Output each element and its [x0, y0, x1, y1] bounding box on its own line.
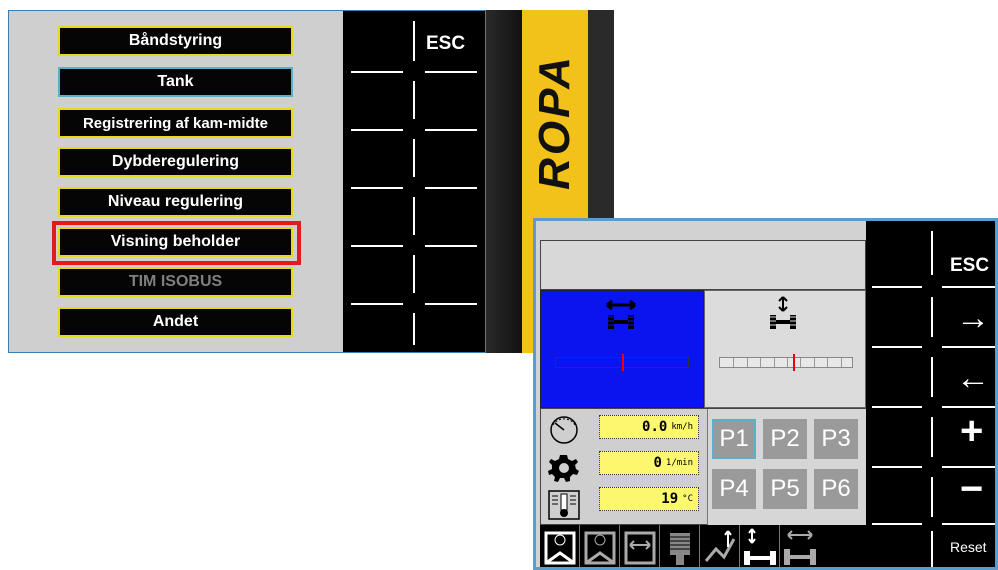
- reset-softkey[interactable]: Reset: [950, 539, 987, 555]
- height-bar-tick: [746, 358, 748, 367]
- softkey-column: [343, 11, 485, 352]
- right-arrow-icon[interactable]: →: [956, 301, 990, 335]
- height-bar-tick: [733, 358, 735, 367]
- speed-readout: 0.0 km/h: [599, 415, 699, 439]
- preset-p4[interactable]: P4: [712, 469, 756, 509]
- side-shift-row-icon[interactable]: [780, 525, 820, 567]
- menu-item-tim-isobus: TIM ISOBUS: [58, 267, 293, 297]
- gauges-and-presets: 0.0 km/h 0 1/min 19 °C P1 P2 P3 P4 P5 P6: [540, 408, 868, 526]
- speedometer-icon: [550, 416, 578, 444]
- menu-item-registrering[interactable]: Registrering af kam-midte: [58, 108, 293, 138]
- rpm-unit: 1/min: [665, 458, 693, 468]
- height-marker: [792, 354, 795, 371]
- function-icon-bar: [540, 525, 866, 567]
- thermometer-icon: [548, 490, 580, 520]
- height-bar-tick: [827, 358, 829, 367]
- preset-p6[interactable]: P6: [814, 469, 858, 509]
- height-bar-tick: [800, 358, 802, 367]
- cleaner-mode-2-icon[interactable]: [580, 525, 620, 567]
- speed-value: 0.0: [642, 419, 668, 435]
- height-bar-tick: [840, 358, 842, 367]
- terminal-menu-screen: Båndstyring Tank Registrering af kam-mid…: [8, 10, 486, 353]
- preset-p3[interactable]: P3: [814, 419, 858, 459]
- height-bar-tick: [773, 358, 775, 367]
- side-shift-function-icon[interactable]: [620, 525, 660, 567]
- esc-softkey[interactable]: ESC: [950, 255, 989, 277]
- height-bar-tick: [787, 358, 788, 367]
- preset-p1[interactable]: P1: [712, 419, 756, 459]
- softkey-column: ESC → ← + − Reset: [866, 221, 995, 567]
- plus-icon[interactable]: +: [960, 411, 983, 451]
- cleaner-mode-1-icon[interactable]: [540, 525, 580, 567]
- menu-item-dybderegulering[interactable]: Dybderegulering: [58, 147, 293, 177]
- rpm-readout: 0 1/min: [599, 451, 699, 475]
- menu-item-bandstyring[interactable]: Båndstyring: [58, 26, 293, 56]
- terminal-work-screen: 0.0km/h 01/min 19°C P1 P2 P3 P4 P5 P6: [533, 218, 998, 570]
- selection-highlight: [52, 221, 301, 265]
- left-arrow-icon[interactable]: ←: [956, 361, 990, 395]
- side-shift-bar: [555, 354, 689, 371]
- menu-item-tank[interactable]: Tank: [58, 67, 293, 97]
- gear-icon: [548, 455, 579, 482]
- preset-p5[interactable]: P5: [763, 469, 807, 509]
- height-panel[interactable]: [704, 290, 866, 408]
- level-control-icon[interactable]: [700, 525, 740, 567]
- side-shift-panel[interactable]: [540, 290, 704, 408]
- temperature-value: 19: [661, 491, 679, 507]
- depth-control-icon[interactable]: [740, 525, 780, 567]
- height-bar-tick: [760, 358, 762, 367]
- menu-item-niveau-regulering[interactable]: Niveau regulering: [58, 187, 293, 217]
- menu-item-andet[interactable]: Andet: [58, 307, 293, 337]
- height-bar-tick: [813, 358, 815, 367]
- height-bar: [719, 354, 853, 371]
- ropa-logo: ROPA: [530, 54, 579, 190]
- rpm-value: 0: [653, 455, 662, 471]
- height-icon: [770, 296, 796, 329]
- preset-p2[interactable]: P2: [763, 419, 807, 459]
- minus-icon[interactable]: −: [960, 469, 983, 509]
- preset-panel: P1 P2 P3 P4 P5 P6: [707, 409, 868, 526]
- side-shift-icon: [606, 299, 636, 329]
- side-shift-marker: [622, 354, 624, 371]
- speed-unit: km/h: [671, 422, 693, 432]
- temperature-readout: 19 °C: [599, 487, 699, 511]
- temperature-unit: °C: [682, 494, 693, 504]
- status-bar: [540, 240, 866, 290]
- esc-softkey[interactable]: ESC: [426, 33, 465, 55]
- hopper-icon[interactable]: [660, 525, 700, 567]
